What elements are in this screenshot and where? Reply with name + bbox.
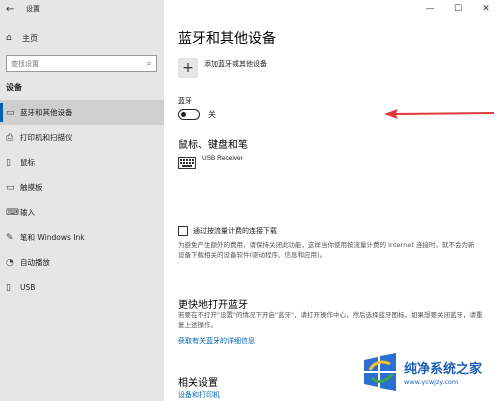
home-label: 主页 bbox=[22, 33, 38, 43]
touchpad-icon: ▭ bbox=[6, 182, 15, 193]
sidebar-item-label: USB bbox=[20, 283, 36, 292]
search-icon[interactable]: ⌕ bbox=[142, 59, 156, 69]
watermark: 纯净系统之家 www.ycwjzy.com bbox=[360, 352, 482, 392]
sidebar-item-label: 鼠标 bbox=[20, 158, 35, 167]
back-arrow-icon[interactable]: ← bbox=[0, 4, 22, 15]
window-controls: — ☐ ✕ bbox=[416, 0, 500, 18]
sidebar-item-label: 打印机和扫描仪 bbox=[20, 133, 73, 142]
usb-icon: ▯ bbox=[6, 282, 11, 293]
bluetooth-label: 蓝牙 bbox=[178, 97, 192, 105]
sidebar-item-home[interactable]: ⌂ 主页 bbox=[0, 29, 164, 47]
bluetooth-toggle-row: 关 bbox=[178, 109, 216, 120]
keyboard-device-icon bbox=[178, 157, 196, 169]
watermark-url: www.ycwjzy.com bbox=[404, 378, 459, 386]
annotation-arrow-icon bbox=[384, 109, 494, 119]
sidebar-item-touchpad[interactable]: ▭ 触摸板 bbox=[0, 175, 164, 200]
section-label-devices: 设备 bbox=[6, 83, 22, 92]
bluetooth-device-icon: ▭ bbox=[6, 107, 15, 118]
device-name: USB Receiver bbox=[202, 155, 243, 162]
sidebar-item-label: 蓝牙和其他设备 bbox=[20, 108, 73, 117]
sidebar-item-label: 笔和 Windows Ink bbox=[20, 233, 85, 242]
section-title-related-settings: 相关设置 bbox=[178, 378, 218, 389]
device-usb-receiver[interactable]: USB Receiver bbox=[178, 155, 243, 169]
printer-icon: ⎙ bbox=[6, 132, 14, 143]
minimize-button[interactable]: — bbox=[416, 0, 444, 18]
mouse-icon: ▯ bbox=[6, 157, 11, 168]
sidebar-item-typing[interactable]: ⌨ 输入 bbox=[0, 200, 164, 225]
sidebar-item-autoplay[interactable]: ◔ 自动播放 bbox=[0, 250, 164, 275]
sidebar-item-label: 自动播放 bbox=[20, 258, 50, 267]
watermark-name: 纯净系统之家 bbox=[404, 362, 483, 377]
home-icon: ⌂ bbox=[6, 33, 12, 43]
pen-icon: ✎ bbox=[6, 232, 14, 243]
metered-description: 为避免产生额外的费用，请保持关闭此功能，这样当你使用按流量计费的 Interne… bbox=[178, 241, 475, 259]
app-title: 设置 bbox=[26, 5, 40, 13]
sidebar: ← 设置 ⌂ 主页 ⌕ 设备 ▭ 蓝牙和其他设备 ⎙ 打印机和扫描仪 ▯ 鼠标 … bbox=[0, 0, 164, 401]
search-box[interactable]: ⌕ bbox=[6, 55, 157, 72]
keyboard-icon: ⌨ bbox=[6, 207, 19, 218]
autoplay-icon: ◔ bbox=[6, 257, 14, 268]
sidebar-item-bluetooth[interactable]: ▭ 蓝牙和其他设备 bbox=[0, 100, 164, 125]
sidebar-item-label: 触摸板 bbox=[20, 183, 43, 192]
search-input[interactable] bbox=[7, 56, 142, 71]
sidebar-item-label: 输入 bbox=[20, 208, 35, 217]
bluetooth-toggle[interactable] bbox=[178, 109, 200, 120]
section-title-mouse-keyboard-pen: 鼠标、键盘和笔 bbox=[178, 140, 248, 151]
metered-download-option[interactable]: 通过按流量计费的连接下载 bbox=[178, 226, 277, 236]
toggle-knob bbox=[181, 111, 186, 117]
add-device-label: 添加蓝牙或其他设备 bbox=[204, 60, 267, 68]
sidebar-nav: ▭ 蓝牙和其他设备 ⎙ 打印机和扫描仪 ▯ 鼠标 ▭ 触摸板 ⌨ 输入 ✎ 笔和… bbox=[0, 100, 164, 300]
bluetooth-state: 关 bbox=[208, 110, 216, 119]
page-title: 蓝牙和其他设备 bbox=[178, 31, 276, 47]
maximize-button[interactable]: ☐ bbox=[444, 0, 472, 18]
plus-icon: + bbox=[178, 58, 198, 78]
bluetooth-info-link[interactable]: 获取有关蓝牙的详细信息 bbox=[178, 336, 255, 346]
metered-checkbox[interactable] bbox=[178, 226, 188, 236]
devices-printers-link[interactable]: 设备和打印机 bbox=[178, 390, 220, 400]
main-content: — ☐ ✕ 蓝牙和其他设备 + 添加蓝牙或其他设备 蓝牙 关 鼠标、键盘和笔 U… bbox=[164, 0, 500, 401]
metered-label: 通过按流量计费的连接下载 bbox=[193, 227, 277, 235]
sidebar-item-mouse[interactable]: ▯ 鼠标 bbox=[0, 150, 164, 175]
close-button[interactable]: ✕ bbox=[472, 0, 500, 18]
sidebar-item-pen[interactable]: ✎ 笔和 Windows Ink bbox=[0, 225, 164, 250]
watermark-logo-icon bbox=[364, 353, 396, 391]
faster-bluetooth-description: 若要在不打开"设置"的情况下开启"蓝牙"，请打开操作中心，然后选择蓝牙图标。如果… bbox=[178, 311, 483, 329]
add-device-button[interactable]: + 添加蓝牙或其他设备 bbox=[178, 58, 267, 78]
section-title-faster-bluetooth: 更快地打开蓝牙 bbox=[178, 300, 248, 311]
watermark-text: 纯净系统之家 www.ycwjzy.com bbox=[404, 358, 482, 386]
sidebar-item-printers[interactable]: ⎙ 打印机和扫描仪 bbox=[0, 125, 164, 150]
sidebar-item-usb[interactable]: ▯ USB bbox=[0, 275, 164, 300]
title-bar: ← 设置 bbox=[0, 0, 164, 18]
